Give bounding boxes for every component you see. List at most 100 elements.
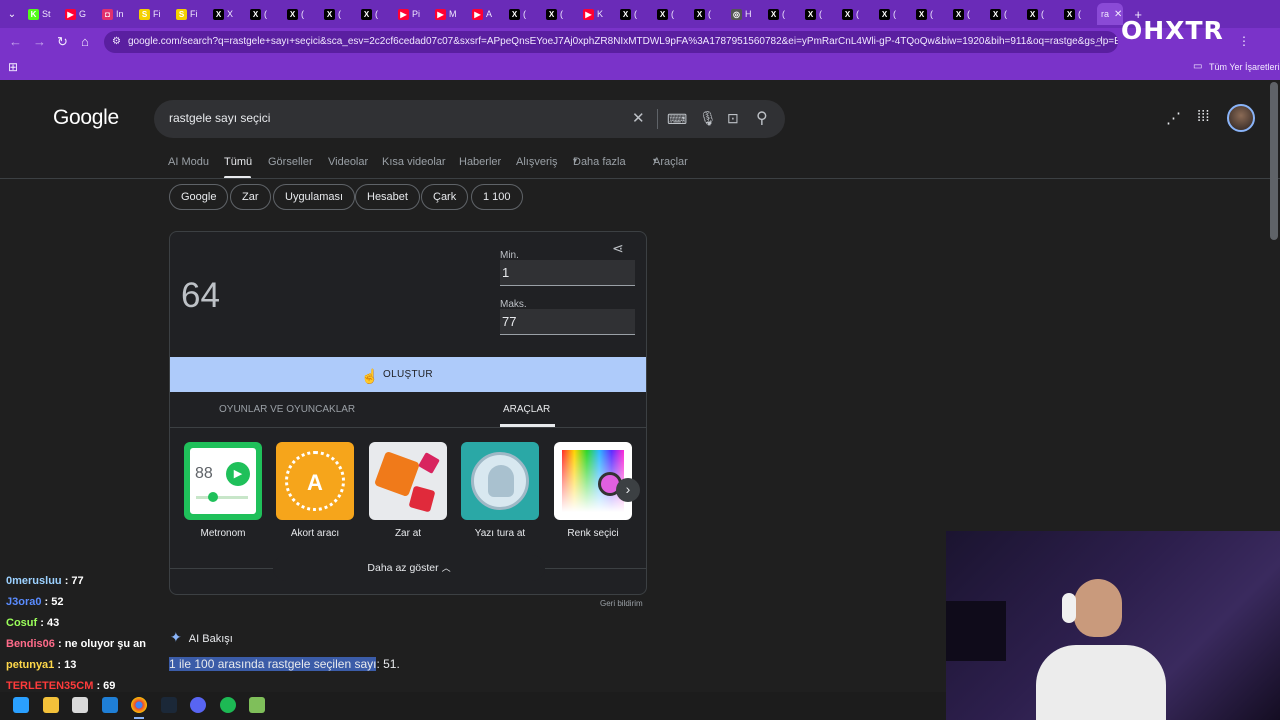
browser-tab[interactable]: X( [690,3,726,25]
file-explorer-icon[interactable] [43,697,59,713]
zoom-icon[interactable]: ⌕ [1096,34,1102,47]
mail-icon[interactable] [102,697,118,713]
star-icon[interactable]: ⋮ [1238,34,1250,48]
dice-icon-small [418,452,440,474]
tab-all[interactable]: Tümü [224,156,252,168]
chip-google[interactable]: Google [169,184,229,210]
browser-tab[interactable]: ▶ A [468,3,504,25]
browser-tab[interactable]: X( [912,3,948,25]
browser-tab[interactable]: X( [505,3,541,25]
generate-button[interactable]: OLUŞTUR [170,357,646,392]
browser-tab[interactable]: X( [1060,3,1096,25]
spotify-icon[interactable] [220,697,236,713]
dice-tile[interactable] [369,442,447,520]
tab-shopping[interactable]: Alışveriş [516,156,558,168]
browser-tab[interactable]: X( [283,3,319,25]
chat-text: : 77 [61,575,84,587]
chip-uygulamasi[interactable]: Uygulaması [273,184,356,210]
chat-username: Cosuf [6,617,38,629]
forward-icon[interactable]: → [33,34,46,49]
tab-images[interactable]: Görseller [268,156,313,168]
browser-tab[interactable]: X( [246,3,282,25]
page-scrollbar[interactable] [1270,82,1278,240]
tab-games-toys[interactable]: OYUNLAR VE OYUNCAKLAR [219,404,355,415]
lens-icon[interactable]: ⊡ [727,110,739,127]
max-input[interactable]: 77 [500,309,635,335]
browser-tab[interactable]: ▶ G [61,3,97,25]
browser-tab[interactable]: X( [838,3,874,25]
tab-more-label: Daha fazla [573,156,626,168]
tab-short-videos[interactable]: Kısa videolar [382,156,446,168]
search-divider [657,109,658,129]
search-box[interactable]: rastgele sayı seçici ✕ ⌨ 🎙 ⊡ ⚲ [154,100,785,138]
back-icon[interactable]: ← [9,34,22,49]
google-apps-icon[interactable]: ⁞⁞⁞ [1197,108,1210,125]
chip-zar[interactable]: Zar [230,184,271,210]
tab-videos[interactable]: Videolar [328,156,368,168]
channel-watermark: OHXTR [1121,16,1224,45]
chip-1-100[interactable]: 1 100 [471,184,523,210]
browser-tab[interactable]: X( [542,3,578,25]
browser-tab-strip: ⌄ K St ▶ G ◘ In S Fi S Fi X X X(X(X(X(▶ Pi ▶ M ▶ A X(X(▶ K X… [0,0,1280,28]
carousel-next-icon[interactable]: › [616,478,640,502]
coin-flip-tile[interactable] [461,442,539,520]
browser-tab[interactable]: S Fi [172,3,208,25]
discord-icon[interactable] [190,697,206,713]
chrome-icon[interactable] [131,697,147,713]
chat-text: : 69 [93,680,116,692]
browser-tab[interactable]: K St [24,3,60,25]
url-bar[interactable]: ⚙ google.com/search?q=rastgele+sayı+seçi… [104,31,1118,53]
metronome-tile[interactable]: 88 ▶ [184,442,262,520]
browser-tab[interactable]: X( [986,3,1022,25]
tab-ai-mode[interactable]: AI Modu [168,156,209,168]
browser-tab[interactable]: ▶ M [431,3,467,25]
share-icon[interactable]: ⋰ [1166,109,1181,127]
browser-tab[interactable]: ◘ In [98,3,134,25]
browser-tab[interactable]: X( [1023,3,1059,25]
browser-tab[interactable]: X( [949,3,985,25]
app-icon[interactable] [249,697,265,713]
chip-cark[interactable]: Çark [421,184,469,210]
keyboard-icon[interactable]: ⌨ [667,111,687,128]
x-icon: X [842,8,853,20]
all-bookmarks-link[interactable]: Tüm Yer İşaretleri [1209,62,1280,72]
clear-search-icon[interactable]: ✕ [632,109,645,127]
metronome-bpm: 88 [195,465,213,482]
reload-icon[interactable]: ↻ [57,34,68,50]
show-less-button[interactable]: Daha az göster ︿ [273,555,545,581]
tuner-tile[interactable]: A [276,442,354,520]
browser-tab[interactable]: XX [209,3,245,25]
apps-grid-icon[interactable]: ⊞ [8,60,18,74]
random-result: 64 [181,276,220,315]
search-icon[interactable]: ⚲ [756,108,768,128]
google-logo[interactable]: Google [53,106,119,130]
feedback-link[interactable]: Geri bildirim [600,599,643,608]
browser-tab[interactable]: X( [616,3,652,25]
chip-hesabet[interactable]: Hesabet [355,184,420,210]
site-info-icon[interactable]: ⚙ [112,31,121,53]
browser-tab[interactable]: X( [653,3,689,25]
search-input[interactable]: rastgele sayı seçici [169,111,270,125]
browser-tab[interactable]: X( [764,3,800,25]
browser-tab[interactable]: ▶ Pi [394,3,430,25]
browser-tab[interactable]: X( [320,3,356,25]
browser-tab[interactable]: X( [801,3,837,25]
home-icon[interactable]: ⌂ [81,34,89,49]
windows-start-icon[interactable] [13,697,29,713]
store-icon[interactable] [72,697,88,713]
steam-icon[interactable] [161,697,177,713]
tab-search-chevron-icon[interactable]: ⌄ [0,9,24,20]
tab-label: ( [782,9,785,19]
browser-tab[interactable]: ▶ K [579,3,615,25]
tab-news[interactable]: Haberler [459,156,501,168]
browser-tab[interactable]: X( [875,3,911,25]
min-input[interactable]: 1 [500,260,635,286]
browser-tab[interactable]: X( [357,3,393,25]
tab-tools[interactable]: ARAÇLAR [503,404,550,415]
share-icon[interactable]: ⋖ [612,240,624,257]
browser-tab[interactable]: S Fi [135,3,171,25]
account-avatar[interactable] [1227,104,1255,132]
microphone-icon[interactable]: 🎙 [699,110,717,127]
browser-tab[interactable]: ◎ H [727,3,763,25]
globe-icon: ◎ [731,8,742,20]
